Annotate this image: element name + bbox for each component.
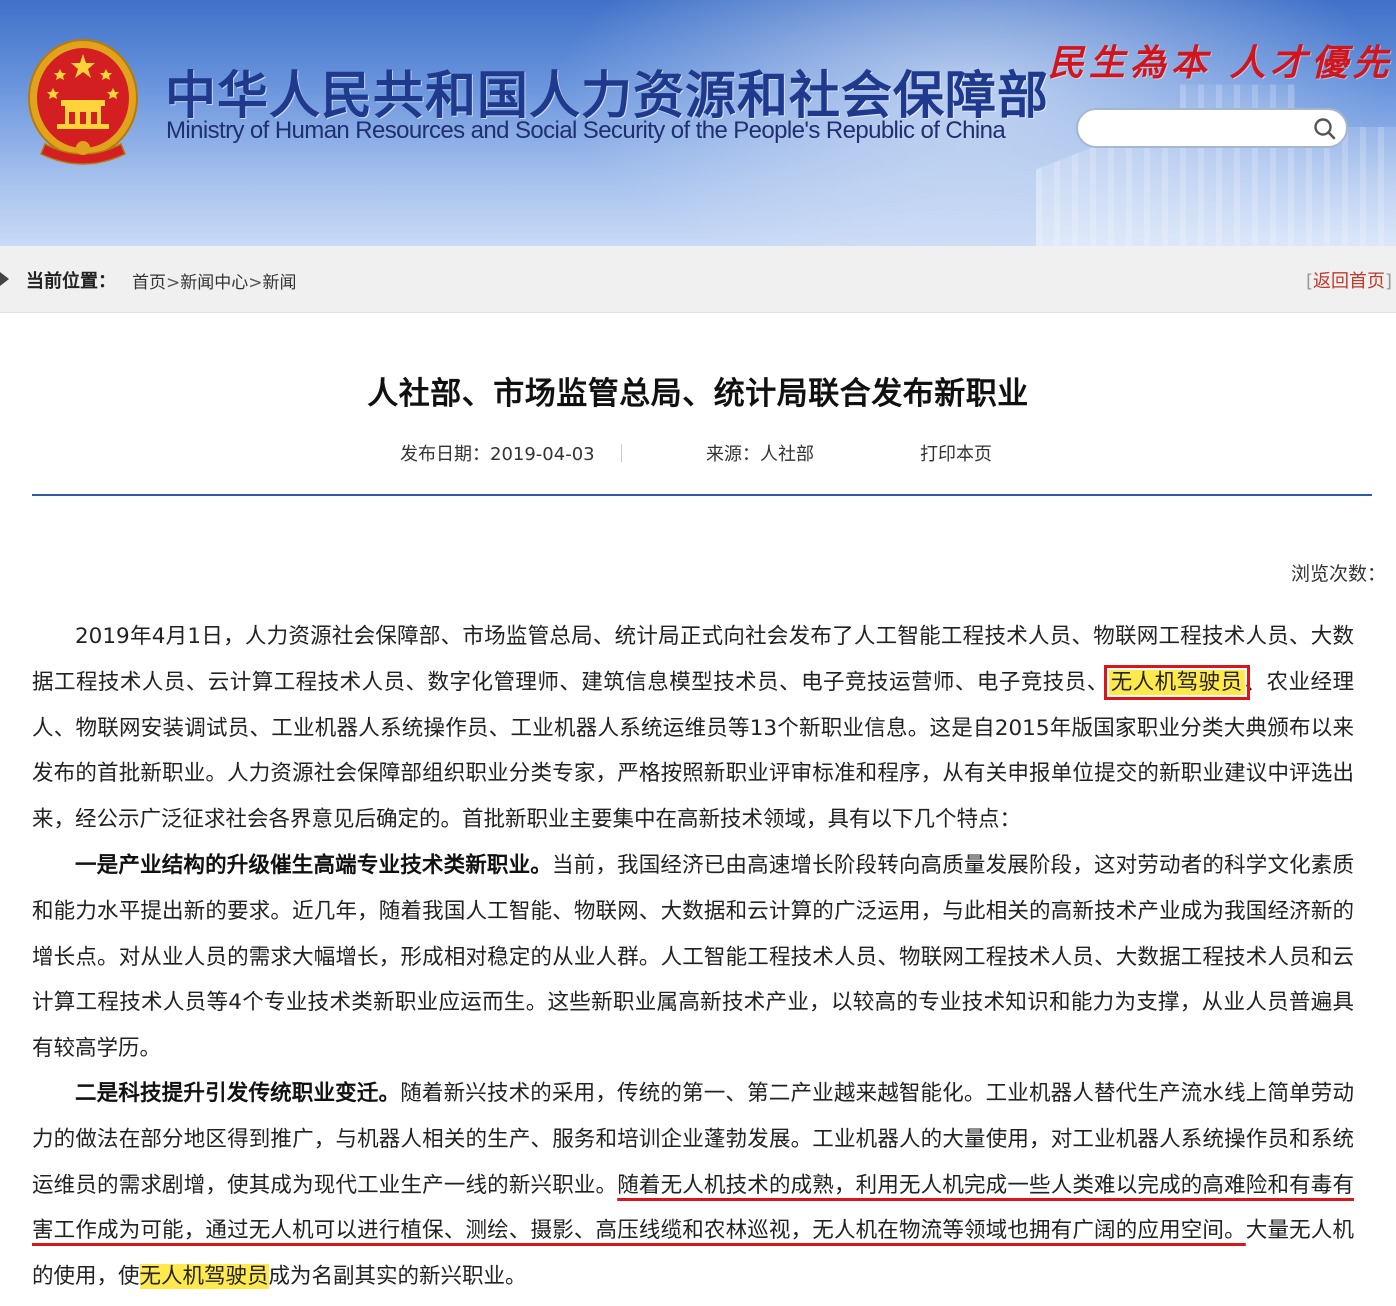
- slogan: 民生為本 人才優先: [1048, 42, 1394, 84]
- header-banner: 中华人民共和国人力资源和社会保障部 Ministry of Human Reso…: [0, 0, 1396, 246]
- back-home-link[interactable]: [返回首页]: [1306, 267, 1392, 293]
- national-emblem-icon[interactable]: [25, 36, 141, 166]
- breadcrumb-bar: 当前位置： 首页>新闻中心>新闻 [返回首页]: [0, 246, 1396, 313]
- publish-date-value: 2019-04-03: [490, 444, 595, 465]
- search-icon[interactable]: [1312, 116, 1338, 142]
- article-title: 人社部、市场监管总局、统计局联合发布新职业: [367, 376, 1029, 412]
- source-label: 来源：: [706, 444, 760, 465]
- paragraph-point-two: 二是科技提升引发传统职业变迁。随着新兴技术的采用，传统的第一、第二产业越来越智能…: [32, 1071, 1354, 1300]
- breadcrumb-news[interactable]: 新闻: [263, 273, 297, 293]
- publish-date: 发布日期：2019-04-03: [400, 440, 595, 466]
- paragraph-point-one: 一是产业结构的升级催生高端专业技术类新职业。当前，我国经济已由高速增长阶段转向高…: [32, 843, 1354, 1072]
- highlighted-drone-pilot-boxed: 无人机驾驶员: [1103, 664, 1250, 700]
- publish-date-label: 发布日期：: [400, 444, 490, 465]
- source-value: 人社部: [760, 444, 814, 465]
- article-source: 来源：人社部: [706, 440, 814, 466]
- view-count: 浏览次数：: [1290, 563, 1386, 585]
- title-divider: [32, 494, 1372, 496]
- point-two-text-c: 成为名副其实的新兴职业。: [268, 1264, 527, 1290]
- breadcrumb-news-center[interactable]: 新闻中心: [180, 273, 248, 293]
- point-one-body: 当前，我国经济已由高速增长阶段转向高质量发展阶段，这对劳动者的科学文化素质和能力…: [32, 853, 1354, 1062]
- print-page-link[interactable]: 打印本页: [920, 440, 992, 466]
- breadcrumb-separator: >: [166, 273, 181, 293]
- meta-divider: [621, 444, 622, 462]
- point-one-lead: 一是产业结构的升级催生高端专业技术类新职业。: [75, 853, 552, 878]
- triangle-arrow-icon: [0, 272, 9, 286]
- breadcrumb-home[interactable]: 首页: [132, 273, 166, 293]
- back-home-label: 返回首页: [1312, 271, 1385, 292]
- paragraph-intro: 2019年4月1日，人力资源社会保障部、市场监管总局、统计局正式向社会发布了人工…: [32, 614, 1354, 843]
- breadcrumb-label: 当前位置：: [26, 271, 116, 292]
- highlighted-drone-pilot: 无人机驾驶员: [139, 1264, 269, 1290]
- point-two-lead: 二是科技提升引发传统职业变迁。: [75, 1081, 401, 1106]
- search-input[interactable]: [1092, 117, 1306, 143]
- breadcrumb: 首页>新闻中心>新闻: [132, 268, 297, 293]
- breadcrumb-separator: >: [248, 273, 263, 293]
- search-box: [1076, 108, 1348, 148]
- ministry-title-en: Ministry of Human Resources and Social S…: [166, 117, 1006, 144]
